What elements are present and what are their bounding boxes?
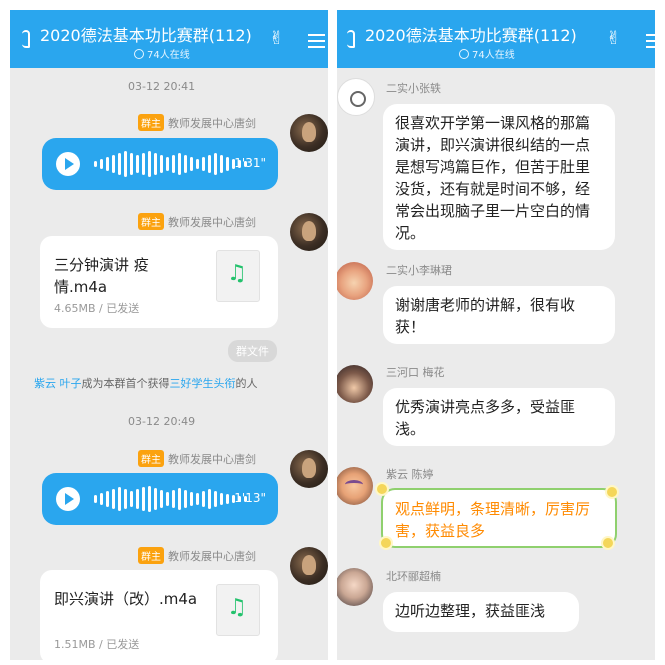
sender-name: 三河口 梅花 bbox=[386, 366, 445, 379]
sender-label: 群主 教师发展中心唐剑 bbox=[138, 213, 256, 230]
music-file-icon: ♫ bbox=[216, 250, 260, 302]
group-title[interactable]: 2020德法基本功比赛群(112) bbox=[40, 22, 252, 46]
flower-decoration-icon bbox=[377, 484, 387, 494]
play-icon[interactable] bbox=[56, 152, 80, 176]
flower-decoration-icon bbox=[381, 538, 391, 548]
clock-icon bbox=[134, 49, 144, 59]
ear-icon[interactable] bbox=[22, 30, 30, 48]
hand-icon[interactable]: ✌ bbox=[269, 28, 284, 49]
chat-header: 2020德法基本功比赛群(112) 74人在线 ✌ bbox=[10, 10, 328, 68]
chat-header: ‹ 2020德法基本功比赛群(112) 74人在线 ✌ bbox=[337, 10, 655, 68]
voice-message[interactable]: 1'13" bbox=[42, 473, 278, 525]
owner-badge: 群主 bbox=[138, 114, 164, 131]
online-count: 74人在线 bbox=[459, 46, 515, 61]
online-count: 74人在线 bbox=[134, 46, 190, 61]
voice-duration: 1'13" bbox=[234, 491, 266, 505]
voice-duration: 1'31" bbox=[234, 156, 266, 170]
message-bubble[interactable]: 优秀演讲亮点多多，受益匪浅。 bbox=[383, 388, 615, 446]
message-bubble[interactable]: 边听边整理，获益匪浅 bbox=[383, 592, 579, 632]
avatar[interactable] bbox=[337, 365, 373, 403]
chat-panel-left: 2020德法基本功比赛群(112) 74人在线 ✌ 03-12 20:41 群主… bbox=[10, 10, 328, 660]
system-notice: 紫云 叶子成为本群首个获得三好学生头衔的人 bbox=[34, 377, 258, 390]
avatar[interactable] bbox=[290, 547, 328, 585]
voice-message[interactable]: 1'31" bbox=[42, 138, 278, 190]
file-message[interactable]: 即兴演讲（改）.m4a 1.51MB / 已发送 ♫ bbox=[40, 570, 278, 660]
sender-label: 群主 教师发展中心唐剑 bbox=[138, 547, 256, 564]
group-file-tag[interactable]: 群文件 bbox=[228, 340, 277, 362]
file-name: 即兴演讲（改）.m4a bbox=[54, 590, 198, 608]
avatar[interactable] bbox=[337, 262, 373, 300]
chat-panel-right: ‹ 2020德法基本功比赛群(112) 74人在线 ✌ 二实小张轶 很喜欢开学第… bbox=[337, 10, 655, 660]
timestamp: 03-12 20:49 bbox=[128, 415, 196, 428]
file-meta: 4.65MB / 已发送 bbox=[54, 302, 140, 315]
avatar[interactable] bbox=[290, 114, 328, 152]
file-meta: 1.51MB / 已发送 bbox=[54, 638, 140, 651]
avatar[interactable] bbox=[337, 568, 373, 606]
title-link[interactable]: 三好学生头衔 bbox=[170, 377, 236, 390]
sender-name: 二实小李琳珺 bbox=[386, 264, 452, 277]
menu-icon[interactable] bbox=[308, 34, 325, 48]
file-message[interactable]: 三分钟演讲 疫情.m4a 4.65MB / 已发送 ♫ bbox=[40, 236, 278, 328]
sender-name: 二实小张轶 bbox=[386, 82, 441, 95]
sender-name: 北环郦超楠 bbox=[386, 570, 441, 583]
flower-decoration-icon bbox=[603, 538, 613, 548]
avatar[interactable] bbox=[290, 450, 328, 488]
play-icon[interactable] bbox=[56, 487, 80, 511]
owner-badge: 群主 bbox=[138, 450, 164, 467]
owner-badge: 群主 bbox=[138, 547, 164, 564]
avatar[interactable] bbox=[290, 213, 328, 251]
ear-icon[interactable] bbox=[347, 30, 355, 48]
menu-icon[interactable] bbox=[646, 34, 655, 48]
avatar[interactable] bbox=[337, 78, 375, 116]
timestamp: 03-12 20:41 bbox=[128, 80, 196, 93]
clock-icon bbox=[459, 49, 469, 59]
hand-icon[interactable]: ✌ bbox=[606, 28, 621, 49]
sender-label: 群主 教师发展中心唐剑 bbox=[138, 450, 256, 467]
message-bubble[interactable]: 谢谢唐老师的讲解，很有收获！ bbox=[383, 286, 615, 344]
message-bubble-decorated[interactable]: 观点鲜明，条理清晰，厉害厉害，获益良多 bbox=[381, 488, 617, 548]
message-bubble[interactable]: 很喜欢开学第一课风格的那篇演讲，即兴演讲很纠结的一点是想写鸿篇巨作，但苦于肚里没… bbox=[383, 104, 615, 250]
user-link[interactable]: 紫云 叶子 bbox=[34, 377, 82, 390]
avatar[interactable] bbox=[337, 467, 373, 505]
sender-label: 群主 教师发展中心唐剑 bbox=[138, 114, 256, 131]
owner-badge: 群主 bbox=[138, 213, 164, 230]
file-name: 三分钟演讲 疫情.m4a bbox=[54, 256, 149, 296]
music-file-icon: ♫ bbox=[216, 584, 260, 636]
sender-name: 紫云 陈婷 bbox=[386, 468, 434, 481]
group-title[interactable]: 2020德法基本功比赛群(112) bbox=[365, 22, 577, 46]
flower-decoration-icon bbox=[607, 487, 617, 497]
back-arrow-icon[interactable]: ‹ bbox=[337, 26, 338, 47]
